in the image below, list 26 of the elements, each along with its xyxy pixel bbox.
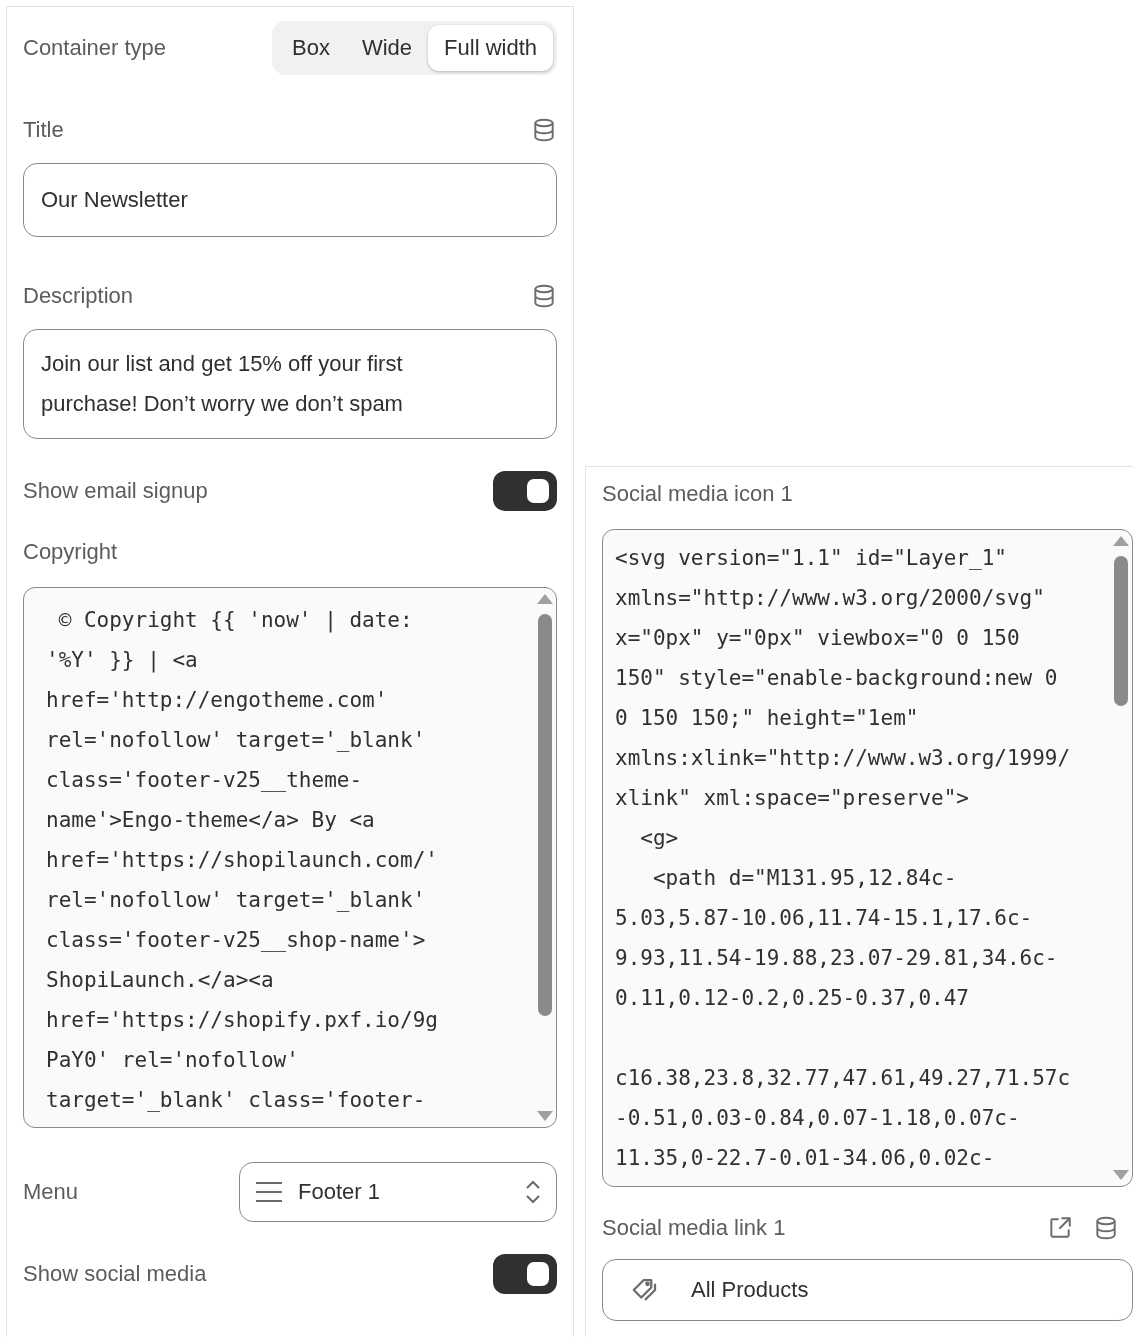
link-input-field[interactable]: All Products bbox=[602, 1259, 1133, 1321]
field-label: Social media icon 1 bbox=[602, 481, 793, 506]
description-input-field[interactable]: Join our list and get 15% off your first purchase! Don’t worry we don’t spam bbox=[23, 329, 557, 439]
database-icon[interactable] bbox=[531, 117, 557, 143]
field-label: Show email signup bbox=[23, 478, 208, 504]
title-input-field[interactable]: Our Newsletter bbox=[23, 163, 557, 237]
code-text-area[interactable]: © Copyright {{ 'now' | date: '%Y' }} | <a href='http://engotheme.com' rel='nofollow' target='_blank' class='footer-v25__theme- name'>Engo-theme</a> By <a href='https://shopilaunch.com/' rel='nofollow' target='_blank' class='footer-v25__shop-name'> ShopiLaunch.</a><a href='https://shopify.pxf.io/9g PaY0' rel='nofollow' target='_blank' class='footer- bbox=[23, 587, 557, 1128]
database-icon[interactable] bbox=[1093, 1215, 1119, 1241]
field-label: Title bbox=[23, 117, 64, 143]
toggle-switch[interactable] bbox=[493, 471, 557, 511]
segment-option[interactable]: Full width bbox=[428, 25, 553, 71]
menu-icon bbox=[254, 1180, 284, 1204]
code-text-area[interactable]: <svg version="1.1" id="Layer_1" xmlns="http://www.w3.org/2000/svg" x="0px" y="0px" viewbox="0 0 150 150" style="enable-background:new 0 0 150 150;" height="1em" xmlns:xlink="http://www.w3.org/1999/ xlink" xml:space="preserve"> <g> <path d="M131.95,12.84c- 5.03,5.87-10.06,11.74-15.1,17.6c- 9.93,11.54-19.88,23.07-29.81,34.6c- 0.11,0.12-0.2,0.25-0.37,0.47 c16.38,23.8,32.77,47.61,49.27,71.57c -0.51,0.03-0.84,0.07-1.18,0.07c- 11.35,0-22.7-0.01-34.06,0.02c- bbox=[602, 529, 1133, 1187]
field-label: Description bbox=[23, 283, 134, 309]
menu-select[interactable]: Footer 1 bbox=[239, 1162, 557, 1222]
segment-option[interactable]: Box bbox=[276, 25, 346, 71]
field-label: Show social media bbox=[23, 1261, 207, 1287]
up-down-chevron-icon bbox=[524, 1178, 542, 1206]
external-link-icon[interactable] bbox=[1047, 1215, 1073, 1241]
field-label: Social media link 1 bbox=[602, 1215, 786, 1241]
toggle-switch[interactable] bbox=[493, 1254, 557, 1294]
field-label: Copyright bbox=[23, 539, 118, 564]
field-label: Menu bbox=[23, 1179, 79, 1205]
database-icon[interactable] bbox=[531, 283, 557, 309]
segment-option[interactable]: Wide bbox=[345, 25, 429, 71]
field-label: Container type bbox=[23, 35, 167, 61]
